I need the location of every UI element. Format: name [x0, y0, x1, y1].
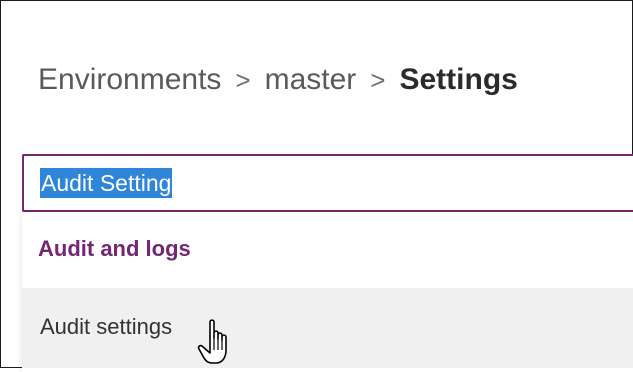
breadcrumb-separator: >: [370, 64, 386, 95]
search-results-dropdown: Audit and logs Audit settings: [22, 212, 633, 372]
settings-search-input[interactable]: Audit Setting: [22, 154, 633, 212]
breadcrumb: Environments > master > Settings: [38, 56, 518, 104]
breadcrumb-separator: >: [235, 64, 251, 95]
result-item-audit-settings[interactable]: Audit settings: [22, 288, 633, 368]
hand-pointer-icon: [197, 319, 227, 364]
result-item-label: Audit settings: [40, 314, 173, 339]
breadcrumb-master[interactable]: master: [265, 63, 357, 97]
breadcrumb-current-settings: Settings: [399, 63, 518, 96]
results-group-header: Audit and logs: [38, 236, 191, 261]
breadcrumb-environments[interactable]: Environments: [38, 63, 221, 97]
search-input-value[interactable]: Audit Setting: [40, 168, 173, 198]
